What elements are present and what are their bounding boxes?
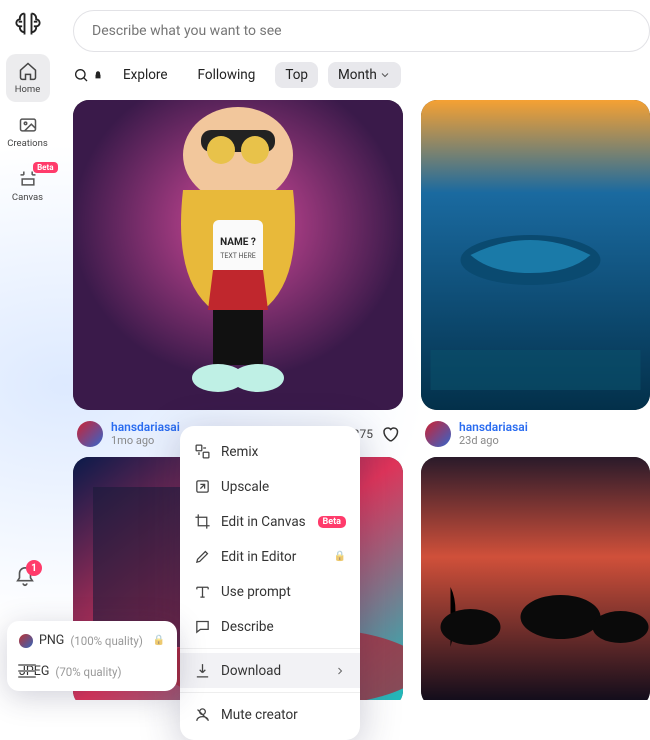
notification-badge: 1 xyxy=(26,560,42,576)
creation-card[interactable]: NAME ? TEXT HERE xyxy=(73,100,403,410)
ctx-mute-label: Mute creator xyxy=(221,707,298,723)
download-submenu: PNG (100% quality) 🔒 JPEG (70% quality) xyxy=(7,621,177,691)
crop-icon xyxy=(194,513,211,530)
pencil-icon xyxy=(194,548,211,565)
tab-month[interactable]: Month xyxy=(328,62,401,88)
search-icon xyxy=(73,67,89,83)
download-png[interactable]: PNG (100% quality) 🔒 xyxy=(7,625,177,656)
download-png-quality: (100% quality) xyxy=(70,634,143,648)
creation-image xyxy=(421,457,650,700)
nav-home[interactable]: Home xyxy=(6,54,50,102)
creation-card[interactable] xyxy=(421,100,650,410)
home-icon xyxy=(18,61,38,81)
ctx-edit-editor-label: Edit in Editor xyxy=(221,549,296,565)
notifications-button[interactable]: 1 xyxy=(14,566,36,592)
tab-top[interactable]: Top xyxy=(275,62,318,88)
download-jpeg-quality: (70% quality) xyxy=(55,665,121,679)
ctx-remix-label: Remix xyxy=(221,444,258,460)
mute-icon xyxy=(194,706,211,723)
card-meta: hansdariasai 23d ago xyxy=(421,410,650,457)
lock-icon xyxy=(93,70,103,80)
text-icon xyxy=(194,583,211,600)
tab-month-label: Month xyxy=(338,67,377,83)
search xyxy=(73,10,650,52)
image-icon xyxy=(18,115,38,135)
format-swatch xyxy=(19,634,33,648)
tab-following[interactable]: Following xyxy=(188,62,266,88)
ctx-mute[interactable]: Mute creator xyxy=(180,697,360,732)
ctx-upscale-label: Upscale xyxy=(221,479,269,495)
ctx-remix[interactable]: Remix xyxy=(180,434,360,469)
lock-icon: 🔒 xyxy=(153,635,165,646)
menu-button[interactable] xyxy=(18,664,36,678)
nav-canvas[interactable]: Beta Canvas xyxy=(6,162,50,210)
nav-canvas-label: Canvas xyxy=(12,192,43,203)
time-ago: 1mo ago xyxy=(111,434,180,447)
avatar[interactable] xyxy=(77,421,103,447)
divider xyxy=(180,692,360,693)
creation-card[interactable] xyxy=(421,457,650,700)
tab-explore[interactable]: Explore xyxy=(113,62,178,88)
ctx-edit-editor[interactable]: Edit in Editor 🔒 xyxy=(180,539,360,574)
divider xyxy=(180,648,360,649)
nav-creations[interactable]: Creations xyxy=(6,108,50,156)
ctx-download-label: Download xyxy=(221,663,281,679)
ctx-upscale[interactable]: Upscale xyxy=(180,469,360,504)
svg-text:NAME ?: NAME ? xyxy=(220,237,256,248)
context-menu: Remix Upscale Edit in Canvas Beta Edit i… xyxy=(180,426,360,740)
download-png-label: PNG xyxy=(39,633,64,648)
download-icon xyxy=(194,662,211,679)
beta-badge: Beta xyxy=(318,516,346,528)
lock-icon: 🔒 xyxy=(334,551,346,562)
sidebar: Home Creations Beta Canvas xyxy=(0,0,55,700)
ctx-describe[interactable]: Describe xyxy=(180,609,360,644)
beta-badge: Beta xyxy=(33,162,57,173)
chat-icon xyxy=(194,618,211,635)
topbar xyxy=(55,0,650,62)
svg-text:TEXT HERE: TEXT HERE xyxy=(220,252,256,260)
remix-icon xyxy=(194,443,211,460)
ctx-use-prompt[interactable]: Use prompt xyxy=(180,574,360,609)
author-name[interactable]: hansdariasai xyxy=(459,420,528,434)
author-name[interactable]: hansdariasai xyxy=(111,420,180,434)
nav-creations-label: Creations xyxy=(7,138,48,149)
ctx-download[interactable]: Download xyxy=(180,653,360,688)
upscale-icon xyxy=(194,478,211,495)
creation-image: NAME ? TEXT HERE xyxy=(73,100,403,410)
heart-icon[interactable] xyxy=(381,425,399,443)
app-logo[interactable] xyxy=(14,10,42,38)
chevron-right-icon xyxy=(334,665,346,677)
filters: Explore Following Top Month xyxy=(55,62,650,100)
ctx-describe-label: Describe xyxy=(221,619,274,635)
creation-image xyxy=(421,100,650,410)
ctx-use-prompt-label: Use prompt xyxy=(221,584,291,600)
search-input[interactable] xyxy=(73,10,650,52)
avatar[interactable] xyxy=(425,421,451,447)
ctx-edit-canvas[interactable]: Edit in Canvas Beta xyxy=(180,504,360,539)
time-ago: 23d ago xyxy=(459,434,528,447)
ctx-edit-canvas-label: Edit in Canvas xyxy=(221,514,306,530)
filter-icon-button[interactable] xyxy=(73,67,103,83)
chevron-down-icon xyxy=(379,69,391,81)
nav-home-label: Home xyxy=(15,84,41,95)
